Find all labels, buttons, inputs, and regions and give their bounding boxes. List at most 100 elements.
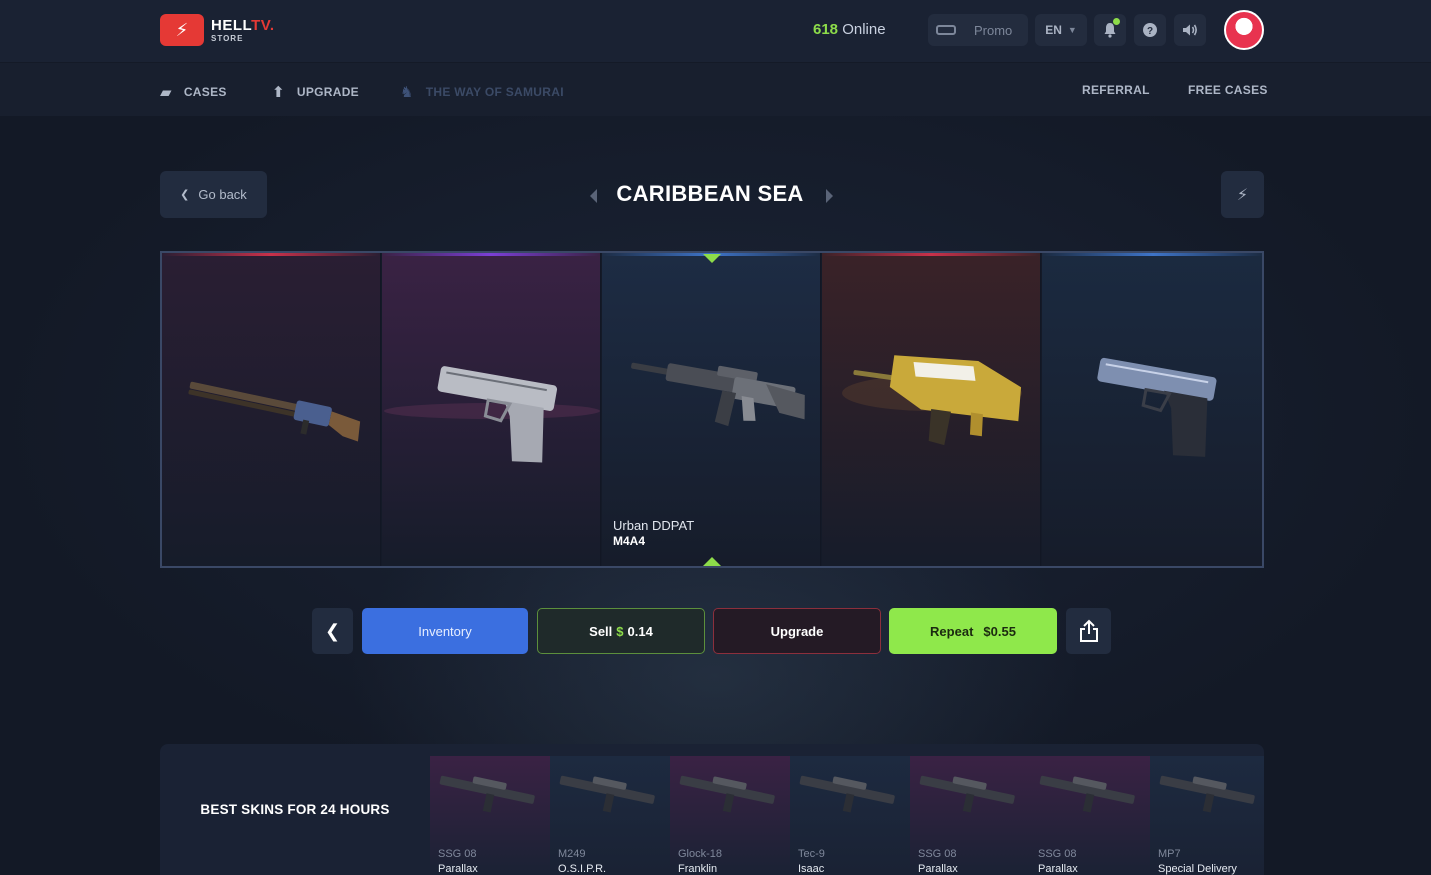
- language-selector[interactable]: EN ▼: [1035, 14, 1087, 46]
- online-label: Online: [842, 21, 886, 38]
- previous-case-arrow-icon[interactable]: [590, 189, 597, 203]
- help-icon: ?: [1143, 23, 1157, 37]
- online-count: 618: [813, 21, 839, 38]
- ticket-icon: [936, 25, 956, 35]
- language-label: EN: [1045, 23, 1062, 37]
- best-skin-label: Tec-9 Isaac: [798, 847, 825, 875]
- best-skin-name: Franklin: [678, 862, 718, 875]
- nav-free-cases-label: FREE CASES: [1188, 83, 1268, 97]
- share-icon: [1079, 619, 1098, 642]
- notification-dot: [1113, 18, 1120, 25]
- promo-input[interactable]: Promo: [928, 14, 1028, 46]
- nav-cases[interactable]: ▰ CASES: [160, 83, 227, 101]
- famas-icon: [842, 355, 1022, 446]
- roulette-slot: Urban DDPAT M4A4: [602, 253, 821, 566]
- weapon-icon: [1159, 775, 1255, 813]
- lightning-icon: ⚡: [1236, 186, 1249, 204]
- upgrade-arrow-icon: ⬆: [272, 84, 285, 101]
- weapon-icon: [559, 775, 655, 813]
- main-nav: ▰ CASES ⬆ UPGRADE ♞ THE WAY OF SAMURAI R…: [0, 62, 1431, 116]
- nav-way-of-samurai[interactable]: ♞ THE WAY OF SAMURAI: [400, 83, 564, 101]
- roulette-pointer-bottom: [703, 557, 721, 566]
- sell-label: Sell: [589, 623, 613, 639]
- roulette-slot: [382, 253, 601, 566]
- nav-upgrade-label: UPGRADE: [296, 85, 359, 99]
- best-skin-weapon: SSG 08: [918, 848, 957, 860]
- roulette-pointer-top: [703, 254, 721, 263]
- repeat-label: Repeat: [930, 623, 974, 639]
- weapon-icon: [1039, 775, 1135, 813]
- logo-icon: ⚡: [160, 14, 204, 46]
- nav-referral-label: REFERRAL: [1082, 83, 1150, 97]
- best-skin-label: M249 O.S.I.P.R.: [558, 847, 606, 875]
- fast-open-button[interactable]: ⚡: [1221, 171, 1264, 218]
- logo-text-main: HELL: [211, 16, 252, 34]
- best-skin-name: Parallax: [1038, 862, 1078, 875]
- best-skin-label: MP7 Special Delivery: [1158, 847, 1237, 875]
- inventory-label: Inventory: [418, 623, 472, 639]
- logo-subtitle: STORE: [211, 33, 244, 43]
- nav-free-cases[interactable]: FREE CASES: [1188, 83, 1268, 97]
- nav-samurai-label: THE WAY OF SAMURAI: [425, 85, 564, 99]
- sound-button[interactable]: [1174, 14, 1206, 46]
- best-skin-card[interactable]: SSG 08 Parallax: [430, 756, 550, 875]
- weapon-icon: [919, 775, 1015, 813]
- pistol-icon: [1097, 357, 1217, 457]
- sell-button[interactable]: Sell $ 0.14: [537, 608, 705, 654]
- best-skin-card[interactable]: SSG 08 Parallax: [1030, 756, 1150, 875]
- chevron-left-icon: ❮: [324, 620, 341, 641]
- help-button[interactable]: ?: [1134, 14, 1166, 46]
- case-roulette: Urban DDPAT M4A4: [160, 251, 1264, 568]
- weapon-icon: [799, 775, 895, 813]
- best-skin-card[interactable]: MP7 Special Delivery: [1150, 756, 1264, 875]
- best-skin-name: Parallax: [438, 862, 478, 875]
- best-skin-weapon: SSG 08: [1038, 848, 1077, 860]
- best-skin-name: Isaac: [798, 862, 825, 875]
- next-case-arrow-icon[interactable]: [826, 189, 833, 203]
- roulette-slot: [822, 253, 1041, 566]
- sell-price: 0.14: [627, 623, 653, 639]
- roulette-slot: [162, 253, 381, 566]
- repeat-button[interactable]: Repeat $0.55: [889, 608, 1057, 654]
- nav-referral[interactable]: REFERRAL: [1082, 83, 1150, 97]
- go-back-button[interactable]: ❮ Go back: [160, 171, 267, 218]
- roulette-slot: [1042, 253, 1262, 566]
- chevron-left-icon: ❮: [180, 189, 190, 201]
- promo-placeholder: Promo: [974, 22, 1013, 38]
- pistol-icon: [384, 366, 600, 463]
- best-skin-card[interactable]: Glock-18 Franklin: [670, 756, 790, 875]
- best-skins-panel: BEST SKINS FOR 24 HOURS SSG 08 Parallax M2…: [160, 744, 1264, 875]
- best-skin-label: SSG 08 Parallax: [1038, 847, 1078, 875]
- item-weapon-name: M4A4: [613, 533, 646, 548]
- best-skin-weapon: SSG 08: [438, 848, 477, 860]
- logo-text-tv: TV.: [251, 16, 275, 34]
- chevron-down-icon: ▼: [1067, 25, 1077, 35]
- speaker-icon: [1183, 24, 1197, 36]
- best-skin-weapon: Glock-18: [678, 848, 723, 860]
- notifications-button[interactable]: [1094, 14, 1126, 46]
- inventory-button[interactable]: Inventory: [362, 608, 528, 654]
- online-counter: 618 Online: [813, 21, 886, 38]
- best-skin-label: SSG 08 Parallax: [438, 847, 478, 875]
- best-skin-card[interactable]: M249 O.S.I.P.R.: [550, 756, 670, 875]
- user-avatar[interactable]: [1224, 10, 1264, 50]
- best-skin-weapon: M249: [558, 848, 586, 860]
- weapon-icon: [679, 775, 775, 813]
- share-button[interactable]: [1066, 608, 1111, 654]
- nav-cases-label: CASES: [183, 85, 227, 99]
- best-skins-title: BEST SKINS FOR 24 HOURS: [200, 802, 390, 817]
- site-logo[interactable]: ⚡ HELLTV. STORE: [160, 14, 275, 46]
- nav-upgrade[interactable]: ⬆ UPGRADE: [272, 83, 359, 101]
- best-skin-name: Parallax: [918, 862, 958, 875]
- upgrade-button[interactable]: Upgrade: [713, 608, 881, 654]
- go-back-label: Go back: [198, 187, 247, 202]
- upgrade-label: Upgrade: [770, 623, 824, 639]
- best-skin-card[interactable]: SSG 08 Parallax: [910, 756, 1030, 875]
- back-button[interactable]: ❮: [312, 608, 353, 654]
- samurai-icon: ♞: [400, 84, 414, 101]
- repeat-price: $0.55: [983, 623, 1016, 639]
- item-skin-name: Urban DDPAT: [613, 518, 695, 534]
- case-icon: ▰: [160, 84, 172, 101]
- best-skin-card[interactable]: Tec-9 Isaac: [790, 756, 910, 875]
- shotgun-icon: [188, 381, 361, 442]
